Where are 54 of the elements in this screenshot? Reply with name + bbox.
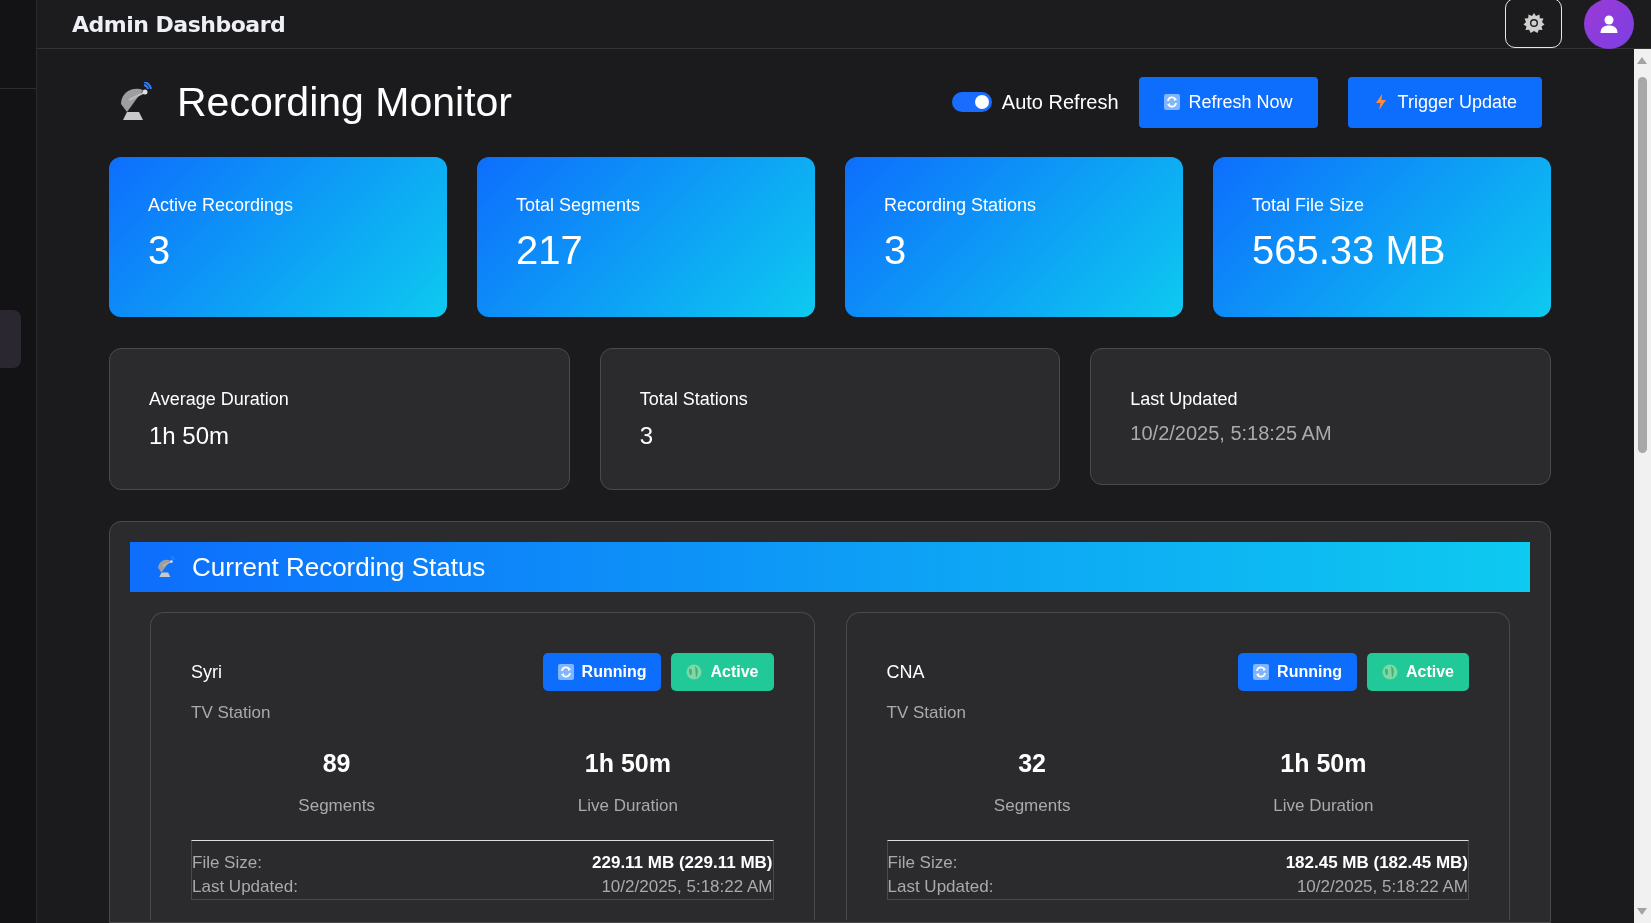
app-title: Admin Dashboard — [72, 11, 286, 37]
last-updated-label: Last Updated: — [192, 877, 298, 897]
stat-value: 3 — [148, 228, 172, 273]
file-size-label: File Size: — [887, 853, 958, 873]
user-avatar[interactable] — [1584, 0, 1634, 49]
page-title: Recording Monitor — [177, 78, 512, 126]
toggle-label: Auto Refresh — [1001, 90, 1119, 114]
scrollbar[interactable] — [1634, 49, 1651, 923]
segments-value: 32 — [1018, 749, 1047, 778]
station-name: Syri — [191, 661, 222, 683]
info-label: Average Duration — [149, 389, 290, 410]
running-badge: Running — [542, 653, 662, 691]
stat-label: Total File Size — [1252, 195, 1366, 216]
duration-label: Live Duration — [1273, 796, 1374, 816]
file-size-value: 229.11 MB (229.11 MB) — [592, 853, 773, 873]
info-value: 3 — [639, 422, 654, 450]
globe-icon — [686, 664, 703, 680]
stat-value: 3 — [884, 228, 908, 273]
running-badge: Running — [1238, 653, 1357, 691]
settings-icon — [1521, 11, 1546, 35]
info-label: Last Updated — [1130, 389, 1239, 410]
duration-value: 1h 50m — [584, 749, 671, 778]
satellite-dish-icon — [156, 556, 178, 578]
stat-value: 217 — [516, 228, 584, 273]
station-name: CNA — [886, 661, 925, 683]
info-label: Total Stations — [639, 389, 749, 410]
info-value: 1h 50m — [149, 422, 231, 450]
last-updated-value: 10/2/2025, 5:18:22 AM — [601, 877, 773, 897]
stat-value: 565.33 MB — [1252, 228, 1447, 273]
file-size-value: 182.45 MB (182.45 MB) — [1285, 853, 1468, 873]
duration-label: Live Duration — [577, 796, 678, 816]
station-type: TV Station — [886, 703, 967, 723]
refresh-icon — [1163, 94, 1180, 110]
active-badge: Active — [671, 653, 774, 691]
segments-label: Segments — [993, 796, 1071, 816]
station-type: TV Station — [191, 703, 272, 723]
last-updated-label: Last Updated: — [887, 877, 994, 897]
refresh-icon — [557, 664, 574, 680]
refresh-icon — [1253, 664, 1270, 680]
stat-label: Total Segments — [516, 195, 642, 216]
last-updated-value: 10/2/2025, 5:18:22 AM — [1296, 877, 1468, 897]
file-size-label: File Size: — [192, 853, 262, 873]
duration-value: 1h 50m — [1280, 749, 1367, 778]
stat-label: Recording Stations — [884, 195, 1038, 216]
info-value: 10/2/2025, 5:18:25 AM — [1130, 422, 1333, 445]
refresh-button[interactable]: Refresh Now — [1138, 76, 1318, 128]
globe-icon — [1381, 664, 1398, 680]
trigger-update-button[interactable]: Trigger Update — [1347, 76, 1542, 128]
segments-value: 89 — [322, 749, 351, 778]
active-badge: Active — [1366, 653, 1469, 691]
stat-label: Active Recordings — [148, 195, 295, 216]
auto-refresh-toggle[interactable] — [951, 92, 992, 112]
segments-label: Segments — [298, 796, 375, 816]
section-title: Current Recording Status — [192, 551, 486, 583]
